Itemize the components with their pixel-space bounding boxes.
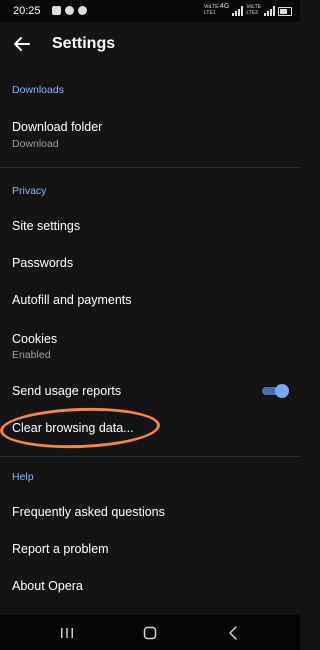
report-problem-label: Report a problem (12, 542, 109, 556)
site-settings-item[interactable]: Site settings (0, 208, 300, 244)
battery-icon (278, 7, 292, 16)
gallery-notification-icon (52, 6, 61, 15)
arrow-back-icon[interactable] (12, 34, 32, 54)
section-header-help: Help (12, 471, 34, 483)
section-divider (0, 456, 300, 457)
recent-apps-icon[interactable] (55, 624, 79, 642)
download-folder-label: Download folder (12, 120, 103, 134)
clear-browsing-data-item[interactable]: Clear browsing data... (0, 410, 300, 446)
back-icon[interactable] (222, 624, 246, 642)
page-title: Settings (52, 35, 116, 52)
signal-indicators: VoLTE 4G LTE1 VoLTE LTE2 (203, 3, 292, 16)
about-opera-label: About Opera (12, 579, 83, 593)
toggle-thumb (275, 384, 289, 398)
cookies-label: Cookies (12, 332, 58, 346)
sim2-labels: VoLTE LTE2 (246, 4, 261, 16)
cookies-item[interactable]: Cookies Enabled (0, 322, 300, 366)
download-folder-item[interactable]: Download folder Download (0, 110, 300, 160)
sim1-labels: VoLTE 4G LTE1 (203, 3, 230, 16)
passwords-label: Passwords (12, 256, 74, 270)
sync-notification-icon (78, 6, 87, 15)
section-divider (0, 167, 300, 168)
status-time: 20:25 (13, 5, 41, 17)
app-bar: Settings (0, 22, 300, 66)
cookies-value: Enabled (12, 349, 51, 361)
sim1-signal-icon (232, 6, 244, 16)
clear-browsing-data-label: Clear browsing data... (12, 421, 134, 435)
usage-reports-item[interactable]: Send usage reports (0, 373, 300, 409)
faq-label: Frequently asked questions (12, 505, 165, 519)
home-icon[interactable] (138, 624, 162, 642)
about-opera-item[interactable]: About Opera (0, 568, 300, 604)
faq-item[interactable]: Frequently asked questions (0, 494, 300, 530)
report-problem-item[interactable]: Report a problem (0, 531, 300, 567)
autofill-label: Autofill and payments (12, 293, 132, 307)
section-header-downloads: Downloads (12, 84, 64, 96)
passwords-item[interactable]: Passwords (0, 245, 300, 281)
usage-reports-label: Send usage reports (12, 384, 122, 398)
section-header-privacy: Privacy (12, 185, 47, 197)
system-nav-bar (0, 615, 300, 650)
download-folder-value: Download (12, 138, 59, 150)
site-settings-label: Site settings (12, 219, 81, 233)
status-bar: 20:25 VoLTE 4G LTE1 VoLTE LTE2 (0, 0, 300, 22)
sim2-signal-icon (264, 6, 275, 16)
usage-reports-toggle[interactable] (262, 384, 289, 398)
autofill-item[interactable]: Autofill and payments (0, 282, 300, 318)
app-notification-icon (65, 6, 74, 15)
notification-icons (52, 6, 87, 15)
